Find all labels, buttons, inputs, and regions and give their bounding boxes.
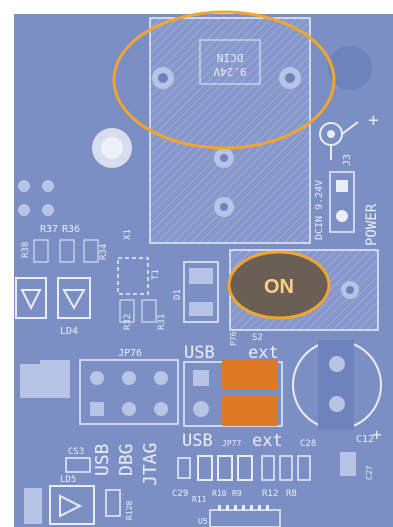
u5-label: U5 — [198, 517, 208, 526]
usb-debug-jtag-label: JTAG — [140, 443, 161, 486]
cs3-label: CS3 — [68, 447, 84, 457]
jp77-label: JP77 — [222, 439, 241, 448]
power-label: POWER — [364, 203, 380, 246]
j3-label: J3 — [342, 154, 353, 166]
r32-label: R32 — [123, 314, 133, 330]
p76-label: P76 — [229, 331, 238, 346]
dcin-voltage-label: 9.24V — [213, 65, 246, 78]
dcin-side-label: DCIN 9.24V — [314, 180, 325, 240]
jumper-cap-bottom — [222, 396, 278, 426]
r9-label: R9 — [232, 489, 242, 498]
x1-label: X1 — [123, 229, 133, 240]
s2-label: S2 — [252, 333, 263, 343]
svg-text:+: + — [372, 425, 382, 444]
plus-sign: + — [368, 110, 379, 131]
usb-debug-usb-label: USB — [92, 443, 113, 476]
r12-label: R12 — [262, 489, 278, 499]
usb-top-label: USB — [184, 343, 215, 363]
c29-label: C29 — [172, 489, 188, 499]
jumper-cap-top — [222, 360, 278, 390]
ld4-label: LD4 — [60, 326, 78, 337]
r31-label: R31 — [157, 314, 167, 330]
c27-label: C27 — [365, 465, 374, 480]
dcin-top-label: DCIN — [217, 51, 244, 64]
capacitor-c27 — [340, 452, 356, 476]
r38-label: R38 — [21, 242, 31, 258]
pcb-board: DCIN 9.24V + J3 DCIN 9.24V POWER R37 R36… — [0, 0, 393, 527]
ext-bottom-label: ext — [252, 431, 283, 451]
ld5-label: LD5 — [60, 475, 76, 485]
r8-label: R8 — [286, 489, 297, 499]
on-callout-label: ON — [264, 276, 294, 298]
r128-label: R128 — [125, 501, 134, 520]
r36-label: R36 — [62, 224, 80, 235]
usb-debug-dbg-label: DBG — [116, 443, 137, 476]
r37-label: R37 — [40, 224, 58, 235]
usb-bottom-label: USB — [182, 431, 213, 451]
pcb-closeup-image: DCIN 9.24V + J3 DCIN 9.24V POWER R37 R36… — [0, 0, 393, 527]
t1-label: T1 — [151, 269, 161, 280]
r34-label: R34 — [99, 244, 109, 260]
jp76-label: JP76 — [118, 348, 142, 359]
d1-label: D1 — [173, 289, 183, 300]
r11-label: R11 — [192, 495, 207, 504]
r10-label: R10 — [212, 489, 227, 498]
c28-label: C28 — [300, 439, 316, 449]
